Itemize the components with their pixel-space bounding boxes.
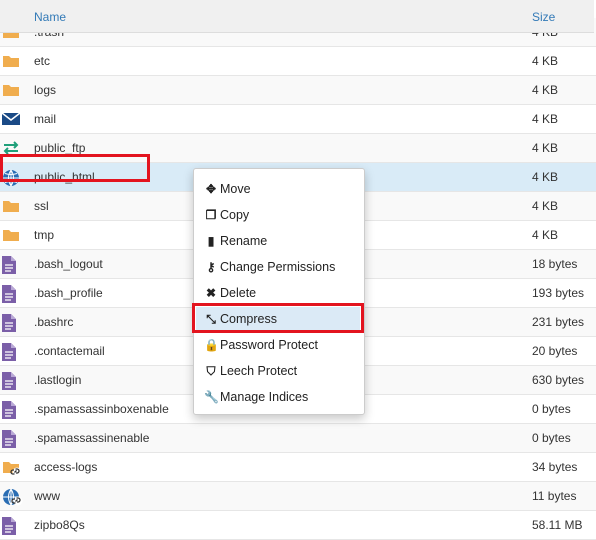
file-size: 4 KB [532,83,559,97]
file-name[interactable]: public_ftp [34,141,85,155]
file-size: 20 bytes [532,344,578,358]
menu-item-label: Move [220,182,251,196]
globe-link-icon [2,488,23,506]
name-column-header[interactable]: Name [34,10,66,24]
file-icon [2,372,20,390]
folder-icon [2,198,20,214]
folder-link-icon [2,459,22,477]
folder-icon [2,53,20,69]
file-size: 4 KB [532,54,559,68]
menu-highlight-box [192,303,364,333]
file-size: 0 bytes [532,402,571,416]
shield-icon: ⛉ [206,364,216,378]
menu-item-delete[interactable]: ✖ Delete [204,281,359,305]
copy-icon: ❐ [205,208,217,222]
file-icon [2,430,20,448]
file-row[interactable]: access-logs 34 bytes [0,453,596,482]
folder-icon [2,227,20,243]
file-size: 231 bytes [532,315,585,329]
menu-item-change-permissions[interactable]: ⚷ Change Permissions [204,255,359,279]
file-name[interactable]: logs [34,83,56,97]
file-list-header: Name Size [0,0,594,33]
file-name[interactable]: .bash_logout [34,257,103,271]
file-size: 4 KB [532,170,559,184]
file-size: 4 KB [532,112,559,126]
file-row[interactable]: zipbo8Qs 58.11 MB [0,511,596,540]
move-icon: ✥ [205,182,217,196]
file-icon [2,285,20,303]
file-size: 34 bytes [532,460,578,474]
file-name[interactable]: .contactemail [34,344,105,358]
file-row[interactable]: .spamassassinenable 0 bytes [0,424,596,453]
file-name[interactable]: etc [34,54,50,68]
file-name[interactable]: zipbo8Qs [34,518,85,532]
menu-item-rename[interactable]: ▮ Rename [204,229,359,253]
file-name[interactable]: www [34,489,60,503]
folder-icon [2,82,20,98]
menu-item-password-protect[interactable]: 🔒Password Protect [204,333,359,357]
file-size: 4 KB [532,228,559,242]
file-size: 4 KB [532,199,559,213]
file-size: 58.11 MB [532,518,583,532]
file-size: 18 bytes [532,257,578,271]
file-size: 630 bytes [532,373,585,387]
file-icon [2,314,20,332]
lock-icon: 🔒 [204,338,219,352]
menu-item-label: Copy [220,208,250,222]
mail-icon [1,111,21,127]
delete-icon: ✖ [205,286,217,300]
file-icon [2,517,20,535]
file-name[interactable]: .spamassassinenable [34,431,149,445]
wrench-icon: 🔧 [204,390,219,404]
file-size: 11 bytes [532,489,577,503]
size-column-header[interactable]: Size [532,10,555,24]
menu-item-move[interactable]: ✥ Move [204,177,359,201]
file-row[interactable]: etc 4 KB [0,47,596,76]
menu-item-label: Rename [220,234,268,248]
menu-item-manage-indices[interactable]: 🔧Manage Indices [204,385,359,409]
menu-item-label: Delete [220,286,257,300]
file-row[interactable]: www 11 bytes [0,482,596,511]
file-name[interactable]: tmp [34,228,54,242]
file-row[interactable]: logs 4 KB [0,76,596,105]
file-name[interactable]: ssl [34,199,49,213]
file-size: 0 bytes [532,431,571,445]
file-icon [2,256,20,274]
file-row[interactable]: mail 4 KB [0,105,596,134]
file-name[interactable]: .spamassassinboxenable [34,402,169,416]
file-size: 193 bytes [532,286,585,300]
menu-item-label: Manage Indices [220,390,309,404]
rename-icon: ▮ [207,234,215,248]
key-icon: ⚷ [206,260,216,274]
menu-item-label: Change Permissions [220,260,336,274]
file-name[interactable]: mail [34,112,56,126]
menu-item-label: Leech Protect [220,364,298,378]
file-name[interactable]: access-logs [34,460,97,474]
menu-item-copy[interactable]: ❐ Copy [204,203,359,227]
file-name[interactable]: .lastlogin [34,373,81,387]
file-size: 4 KB [532,141,559,155]
menu-item-label: Password Protect [220,338,318,352]
file-name[interactable]: .bash_profile [34,286,103,300]
file-name[interactable]: .bashrc [34,315,73,329]
menu-item-leech-protect[interactable]: ⛉ Leech Protect [204,359,359,383]
context-menu: ✥ Move ❐ Copy ▮ Rename ⚷ Change Permissions ✖ Del… [193,168,365,415]
file-icon [2,401,20,419]
selection-highlight-box [0,154,150,182]
file-icon [2,343,20,361]
